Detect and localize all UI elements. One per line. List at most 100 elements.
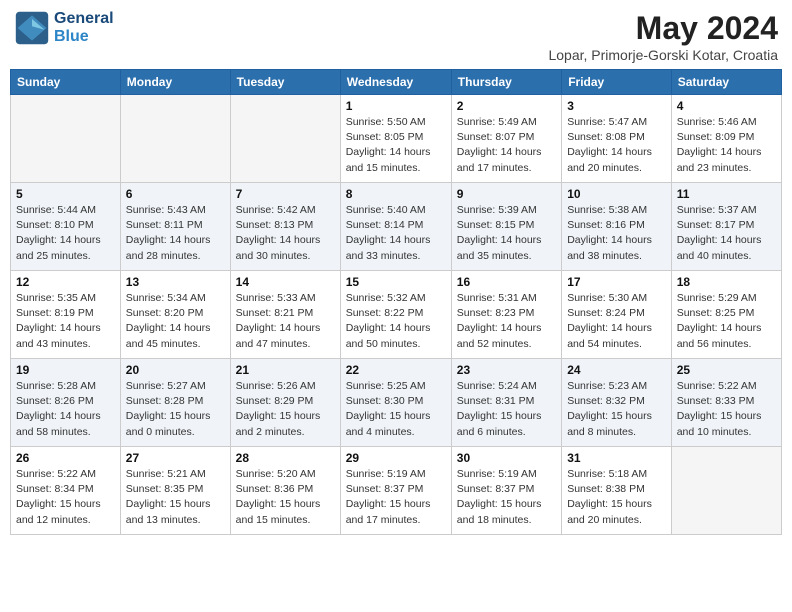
title-block: May 2024 Lopar, Primorje-Gorski Kotar, C… [548, 10, 778, 63]
day-info: Sunrise: 5:26 AM Sunset: 8:29 PM Dayligh… [236, 379, 335, 440]
table-row: 29 Sunrise: 5:19 AM Sunset: 8:37 PM Dayli… [340, 447, 451, 535]
day-number: 5 [16, 187, 115, 201]
table-row: 17 Sunrise: 5:30 AM Sunset: 8:24 PM Dayli… [562, 271, 672, 359]
table-row: 5Sunrise: 5:44 AM Sunset: 8:10 PM Daylig… [11, 183, 121, 271]
day-number: 4 [677, 99, 776, 113]
header-wednesday: Wednesday [340, 70, 451, 95]
day-info: Sunrise: 5:29 AM Sunset: 8:25 PM Dayligh… [677, 291, 776, 352]
month-year: May 2024 [548, 10, 778, 47]
page-header: General Blue May 2024 Lopar, Primorje-Go… [10, 10, 782, 63]
day-info: Sunrise: 5:33 AM Sunset: 8:21 PM Dayligh… [236, 291, 335, 352]
day-number: 10 [567, 187, 666, 201]
day-number: 26 [16, 451, 115, 465]
day-number: 9 [457, 187, 556, 201]
table-row: 8 Sunrise: 5:40 AM Sunset: 8:14 PM Daylig… [340, 183, 451, 271]
table-row: 13Sunrise: 5:34 AM Sunset: 8:20 PM Dayli… [120, 271, 230, 359]
day-number: 17 [567, 275, 666, 289]
day-number: 12 [16, 275, 115, 289]
day-info: Sunrise: 5:18 AM Sunset: 8:38 PM Dayligh… [567, 467, 666, 528]
day-number: 23 [457, 363, 556, 377]
header-friday: Friday [562, 70, 672, 95]
table-row: 16Sunrise: 5:31 AM Sunset: 8:23 PM Dayli… [451, 271, 561, 359]
table-row: 14Sunrise: 5:33 AM Sunset: 8:21 PM Dayli… [230, 271, 340, 359]
day-info: Sunrise: 5:39 AM Sunset: 8:15 PM Dayligh… [457, 203, 556, 264]
calendar-week-row: 26 Sunrise: 5:22 AM Sunset: 8:34 PM Dayli… [11, 447, 782, 535]
table-row: 30 Sunrise: 5:19 AM Sunset: 8:37 PM Dayli… [451, 447, 561, 535]
table-row: 20 Sunrise: 5:27 AM Sunset: 8:28 PM Dayli… [120, 359, 230, 447]
day-info: Sunrise: 5:30 AM Sunset: 8:24 PM Dayligh… [567, 291, 666, 352]
table-row [671, 447, 781, 535]
day-info: Sunrise: 5:19 AM Sunset: 8:37 PM Dayligh… [457, 467, 556, 528]
day-number: 25 [677, 363, 776, 377]
table-row: 3 Sunrise: 5:47 AM Sunset: 8:08 PM Daylig… [562, 95, 672, 183]
day-number: 18 [677, 275, 776, 289]
calendar-header-row: Sunday Monday Tuesday Wednesday Thursday… [11, 70, 782, 95]
table-row: 10Sunrise: 5:38 AM Sunset: 8:16 PM Dayli… [562, 183, 672, 271]
day-info: Sunrise: 5:22 AM Sunset: 8:33 PM Dayligh… [677, 379, 776, 440]
day-number: 15 [346, 275, 446, 289]
table-row: 24Sunrise: 5:23 AM Sunset: 8:32 PM Dayli… [562, 359, 672, 447]
table-row: 28 Sunrise: 5:20 AM Sunset: 8:36 PM Dayli… [230, 447, 340, 535]
day-info: Sunrise: 5:40 AM Sunset: 8:14 PM Dayligh… [346, 203, 446, 264]
day-number: 3 [567, 99, 666, 113]
day-number: 29 [346, 451, 446, 465]
header-thursday: Thursday [451, 70, 561, 95]
table-row: 27 Sunrise: 5:21 AM Sunset: 8:35 PM Dayli… [120, 447, 230, 535]
table-row: 19 Sunrise: 5:28 AM Sunset: 8:26 PM Dayli… [11, 359, 121, 447]
table-row: 26 Sunrise: 5:22 AM Sunset: 8:34 PM Dayli… [11, 447, 121, 535]
day-number: 28 [236, 451, 335, 465]
calendar-week-row: 1 Sunrise: 5:50 AM Sunset: 8:05 PM Daylig… [11, 95, 782, 183]
day-number: 8 [346, 187, 446, 201]
day-info: Sunrise: 5:49 AM Sunset: 8:07 PM Dayligh… [457, 115, 556, 176]
day-info: Sunrise: 5:43 AM Sunset: 8:11 PM Dayligh… [126, 203, 225, 264]
day-info: Sunrise: 5:37 AM Sunset: 8:17 PM Dayligh… [677, 203, 776, 264]
table-row: 22 Sunrise: 5:25 AM Sunset: 8:30 PM Dayli… [340, 359, 451, 447]
location: Lopar, Primorje-Gorski Kotar, Croatia [548, 47, 778, 63]
day-number: 20 [126, 363, 225, 377]
day-info: Sunrise: 5:28 AM Sunset: 8:26 PM Dayligh… [16, 379, 115, 440]
day-info: Sunrise: 5:47 AM Sunset: 8:08 PM Dayligh… [567, 115, 666, 176]
logo-icon [14, 10, 50, 46]
day-info: Sunrise: 5:35 AM Sunset: 8:19 PM Dayligh… [16, 291, 115, 352]
table-row: 11 Sunrise: 5:37 AM Sunset: 8:17 PM Dayli… [671, 183, 781, 271]
header-monday: Monday [120, 70, 230, 95]
day-number: 22 [346, 363, 446, 377]
table-row: 21 Sunrise: 5:26 AM Sunset: 8:29 PM Dayli… [230, 359, 340, 447]
calendar-table: Sunday Monday Tuesday Wednesday Thursday… [10, 69, 782, 535]
day-number: 11 [677, 187, 776, 201]
table-row [230, 95, 340, 183]
table-row: 2Sunrise: 5:49 AM Sunset: 8:07 PM Daylig… [451, 95, 561, 183]
calendar-week-row: 19 Sunrise: 5:28 AM Sunset: 8:26 PM Dayli… [11, 359, 782, 447]
day-number: 21 [236, 363, 335, 377]
table-row: 6 Sunrise: 5:43 AM Sunset: 8:11 PM Daylig… [120, 183, 230, 271]
day-number: 30 [457, 451, 556, 465]
logo: General Blue [14, 10, 114, 46]
day-number: 7 [236, 187, 335, 201]
calendar-week-row: 5Sunrise: 5:44 AM Sunset: 8:10 PM Daylig… [11, 183, 782, 271]
day-info: Sunrise: 5:27 AM Sunset: 8:28 PM Dayligh… [126, 379, 225, 440]
table-row: 12 Sunrise: 5:35 AM Sunset: 8:19 PM Dayli… [11, 271, 121, 359]
table-row: 1 Sunrise: 5:50 AM Sunset: 8:05 PM Daylig… [340, 95, 451, 183]
table-row: 23Sunrise: 5:24 AM Sunset: 8:31 PM Dayli… [451, 359, 561, 447]
table-row: 4Sunrise: 5:46 AM Sunset: 8:09 PM Daylig… [671, 95, 781, 183]
day-info: Sunrise: 5:50 AM Sunset: 8:05 PM Dayligh… [346, 115, 446, 176]
day-info: Sunrise: 5:20 AM Sunset: 8:36 PM Dayligh… [236, 467, 335, 528]
header-sunday: Sunday [11, 70, 121, 95]
day-number: 1 [346, 99, 446, 113]
header-saturday: Saturday [671, 70, 781, 95]
table-row: 15Sunrise: 5:32 AM Sunset: 8:22 PM Dayli… [340, 271, 451, 359]
day-number: 6 [126, 187, 225, 201]
day-number: 19 [16, 363, 115, 377]
table-row: 7Sunrise: 5:42 AM Sunset: 8:13 PM Daylig… [230, 183, 340, 271]
day-info: Sunrise: 5:19 AM Sunset: 8:37 PM Dayligh… [346, 467, 446, 528]
day-number: 16 [457, 275, 556, 289]
day-info: Sunrise: 5:23 AM Sunset: 8:32 PM Dayligh… [567, 379, 666, 440]
day-info: Sunrise: 5:25 AM Sunset: 8:30 PM Dayligh… [346, 379, 446, 440]
table-row: 9 Sunrise: 5:39 AM Sunset: 8:15 PM Daylig… [451, 183, 561, 271]
day-number: 31 [567, 451, 666, 465]
day-info: Sunrise: 5:22 AM Sunset: 8:34 PM Dayligh… [16, 467, 115, 528]
day-info: Sunrise: 5:21 AM Sunset: 8:35 PM Dayligh… [126, 467, 225, 528]
day-number: 27 [126, 451, 225, 465]
calendar-week-row: 12 Sunrise: 5:35 AM Sunset: 8:19 PM Dayli… [11, 271, 782, 359]
logo-text: General Blue [54, 10, 114, 46]
